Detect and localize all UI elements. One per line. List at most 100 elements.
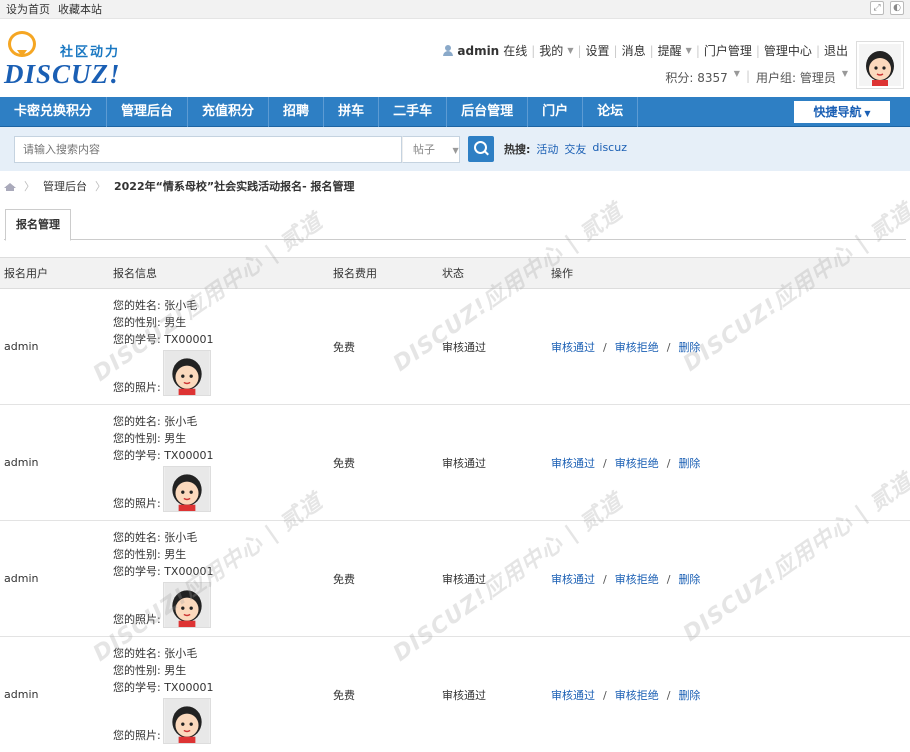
breadcrumb-item[interactable]: 管理后台 <box>43 178 87 194</box>
table-row: admin 您的姓名: 张小毛 您的性别: 男生 您的学号: TX00001 您… <box>0 521 910 637</box>
info-student-id: 您的学号: TX00001 <box>113 681 214 694</box>
site-header: 社区动力 DISCUZ! admin 在线 | 我的 ▼ | 设置 | 消息 | … <box>0 19 910 97</box>
breadcrumb: 〉 管理后台 〉 2022年“情系母校”社会实践活动报名- 报名管理 <box>0 171 910 201</box>
delete-link[interactable]: 删除 <box>678 341 700 354</box>
quick-nav-button[interactable]: 快捷导航 <box>794 101 890 123</box>
nav-item[interactable]: 充值积分 <box>188 96 270 127</box>
approve-link[interactable]: 审核通过 <box>551 689 595 702</box>
info-student-id: 您的学号: TX00001 <box>113 565 214 578</box>
row-fee: 免费 <box>333 340 355 354</box>
info-photo-label: 您的照片: <box>113 497 161 510</box>
divider: / <box>603 688 607 702</box>
hot-search-link[interactable]: 交友 <box>564 141 586 157</box>
chevron-down-icon: ▼ <box>733 69 740 78</box>
divider: / <box>603 456 607 470</box>
info-photo-label: 您的照片: <box>113 729 161 742</box>
top-toolbar: 设为首页 收藏本站 ⤢ ◐ <box>0 0 910 19</box>
avatar[interactable] <box>856 41 904 89</box>
student-photo[interactable] <box>162 350 211 396</box>
nav-item[interactable]: 拼车 <box>324 96 380 127</box>
username-link[interactable]: admin <box>457 44 499 58</box>
divider: | <box>695 43 700 58</box>
info-name: 您的姓名: 张小毛 <box>113 647 198 660</box>
student-photo[interactable] <box>162 466 211 512</box>
breadcrumb-separator: 〉 <box>24 180 35 193</box>
reject-link[interactable]: 审核拒绝 <box>615 341 659 354</box>
info-student-id: 您的学号: TX00001 <box>113 333 214 346</box>
fullscreen-icon[interactable]: ⤢ <box>870 1 884 15</box>
settings-link[interactable]: 设置 <box>586 42 610 59</box>
chevron-down-icon: ▼ <box>685 46 692 55</box>
column-header: 操作 <box>551 267 573 280</box>
student-photo[interactable] <box>162 698 211 744</box>
info-name: 您的姓名: 张小毛 <box>113 415 198 428</box>
delete-link[interactable]: 删除 <box>678 457 700 470</box>
reject-link[interactable]: 审核拒绝 <box>615 573 659 586</box>
color-theme-icon[interactable]: ◐ <box>890 1 904 15</box>
column-header: 状态 <box>442 267 464 280</box>
divider: | <box>613 43 618 58</box>
student-photo-icon <box>164 351 209 395</box>
registration-info: 您的姓名: 张小毛 您的性别: 男生 您的学号: TX00001 您的照片: <box>113 529 333 628</box>
nav-item[interactable]: 管理后台 <box>107 96 189 127</box>
points-menu[interactable]: 积分: 8357 <box>665 69 727 86</box>
my-menu[interactable]: 我的 <box>539 42 563 59</box>
avatar-cartoon-icon <box>859 44 901 86</box>
reminders-menu[interactable]: 提醒 <box>658 42 682 59</box>
row-status: 审核通过 <box>442 688 486 702</box>
hot-search-link[interactable]: 活动 <box>536 141 558 157</box>
nav-item[interactable]: 门户 <box>528 96 584 127</box>
table-row: admin 您的姓名: 张小毛 您的性别: 男生 您的学号: TX00001 您… <box>0 289 910 405</box>
nav-item[interactable]: 论坛 <box>583 96 639 127</box>
user-icon <box>443 45 454 56</box>
hot-search-link[interactable]: discuz <box>592 141 627 157</box>
home-icon[interactable] <box>4 181 16 191</box>
registration-table: 报名用户 报名信息 报名费用 状态 操作 admin 您的姓名: 张小毛 您的性… <box>0 257 910 752</box>
delete-link[interactable]: 删除 <box>678 573 700 586</box>
search-button[interactable] <box>468 136 494 162</box>
user-group-menu[interactable]: 用户组: 管理员 <box>756 69 836 86</box>
tab-bar: 报名管理 <box>4 209 906 241</box>
bookmark-link[interactable]: 收藏本站 <box>58 1 102 17</box>
approve-link[interactable]: 审核通过 <box>551 341 595 354</box>
divider: / <box>666 456 671 470</box>
row-user: admin <box>4 456 39 469</box>
divider: | <box>745 69 750 83</box>
search-type-select[interactable]: 帖子 ▼ <box>402 135 460 163</box>
tab-registration-management[interactable]: 报名管理 <box>5 209 71 241</box>
messages-link[interactable]: 消息 <box>622 42 646 59</box>
table-header: 报名用户 报名信息 报名费用 状态 操作 <box>0 257 910 289</box>
search-input[interactable] <box>14 135 402 163</box>
set-home-link[interactable]: 设为首页 <box>6 1 50 17</box>
divider: | <box>755 43 760 58</box>
divider: / <box>666 688 671 702</box>
approve-link[interactable]: 审核通过 <box>551 573 595 586</box>
reject-link[interactable]: 审核拒绝 <box>615 689 659 702</box>
admin-center-link[interactable]: 管理中心 <box>764 42 812 59</box>
divider: / <box>603 572 607 586</box>
logo-wordmark: DISCUZ! <box>4 59 121 89</box>
info-name: 您的姓名: 张小毛 <box>113 531 198 544</box>
row-actions: 审核通过 / 审核拒绝 / 删除 <box>551 455 910 471</box>
hot-search-label: 热搜: <box>504 143 531 156</box>
nav-item[interactable]: 卡密兑换积分 <box>0 96 108 127</box>
approve-link[interactable]: 审核通过 <box>551 457 595 470</box>
logout-link[interactable]: 退出 <box>824 42 848 59</box>
site-logo[interactable]: 社区动力 DISCUZ! <box>4 29 134 89</box>
logo-slogan: 社区动力 <box>60 45 121 60</box>
info-gender: 您的性别: 男生 <box>113 432 187 445</box>
nav-item[interactable]: 后台管理 <box>447 96 529 127</box>
divider: | <box>577 43 582 58</box>
nav-item[interactable]: 招聘 <box>269 96 325 127</box>
divider: | <box>649 43 654 58</box>
info-photo-label: 您的照片: <box>113 381 161 394</box>
delete-link[interactable]: 删除 <box>678 689 700 702</box>
column-header: 报名信息 <box>113 267 157 280</box>
info-gender: 您的性别: 男生 <box>113 664 187 677</box>
breadcrumb-separator: 〉 <box>95 180 106 193</box>
portal-admin-link[interactable]: 门户管理 <box>704 42 752 59</box>
student-photo[interactable] <box>162 582 211 628</box>
nav-item[interactable]: 二手车 <box>379 96 448 127</box>
reject-link[interactable]: 审核拒绝 <box>615 457 659 470</box>
info-photo-label: 您的照片: <box>113 613 161 626</box>
